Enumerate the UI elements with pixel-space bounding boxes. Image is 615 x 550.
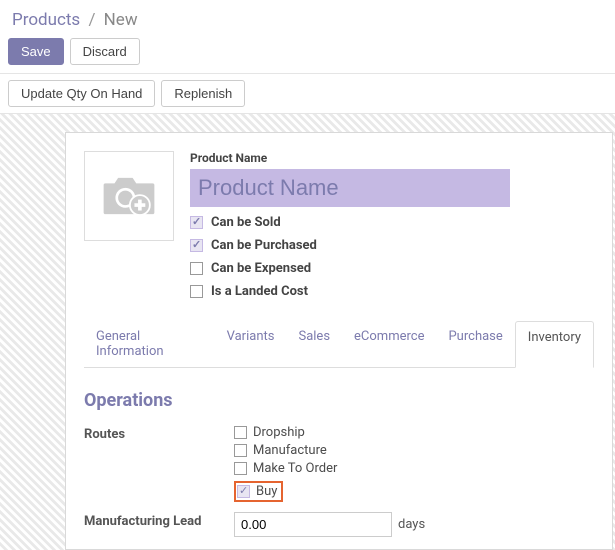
discard-button[interactable]: Discard: [70, 38, 140, 65]
can-be-purchased-label: Can be Purchased: [211, 238, 317, 253]
form-toolbar: Save Discard: [0, 38, 615, 73]
camera-plus-icon: [100, 173, 158, 219]
can-be-sold-checkbox[interactable]: [190, 216, 203, 229]
route-dropship-label: Dropship: [253, 425, 305, 440]
can-be-expensed-checkbox[interactable]: [190, 262, 203, 275]
route-buy-label: Buy: [256, 484, 277, 499]
form-sheet: Product Name Can be Sold Can be Purchase…: [65, 132, 613, 550]
route-make-to-order-checkbox[interactable]: [234, 462, 247, 475]
breadcrumb-parent[interactable]: Products: [12, 10, 80, 30]
product-name-input[interactable]: [190, 169, 510, 207]
route-buy-checkbox[interactable]: [237, 485, 250, 498]
route-dropship-checkbox[interactable]: [234, 426, 247, 439]
operations-heading: Operations: [84, 390, 594, 411]
manufacturing-lead-input[interactable]: [234, 512, 392, 537]
breadcrumb: Products / New: [0, 0, 615, 38]
save-button[interactable]: Save: [8, 38, 64, 65]
can-be-sold-label: Can be Sold: [211, 215, 281, 230]
route-make-to-order-label: Make To Order: [253, 461, 337, 476]
route-manufacture-checkbox[interactable]: [234, 444, 247, 457]
breadcrumb-separator: /: [88, 10, 95, 30]
update-qty-button[interactable]: Update Qty On Hand: [8, 80, 155, 107]
can-be-purchased-checkbox[interactable]: [190, 239, 203, 252]
tab-purchase[interactable]: Purchase: [436, 321, 514, 367]
is-landed-cost-label: Is a Landed Cost: [211, 284, 308, 299]
tab-general-information[interactable]: General Information: [84, 321, 215, 367]
inventory-tab-content: Operations Routes Dropship Manufacture M…: [84, 368, 594, 537]
can-be-expensed-label: Can be Expensed: [211, 261, 311, 276]
tabs: General Information Variants Sales eComm…: [84, 321, 594, 368]
breadcrumb-current: New: [104, 10, 138, 30]
product-name-label: Product Name: [190, 151, 594, 165]
manufacturing-lead-label: Manufacturing Lead: [84, 512, 234, 529]
route-manufacture-label: Manufacture: [253, 443, 327, 458]
action-toolbar: Update Qty On Hand Replenish: [0, 73, 615, 114]
product-image-upload[interactable]: [84, 151, 174, 241]
form-background: Product Name Can be Sold Can be Purchase…: [0, 114, 615, 550]
tab-sales[interactable]: Sales: [286, 321, 342, 367]
route-buy-highlight: Buy: [234, 481, 283, 502]
tab-ecommerce[interactable]: eCommerce: [342, 321, 436, 367]
days-label: days: [398, 517, 425, 532]
routes-label: Routes: [84, 425, 234, 442]
tab-variants[interactable]: Variants: [215, 321, 287, 367]
is-landed-cost-checkbox[interactable]: [190, 285, 203, 298]
tab-inventory[interactable]: Inventory: [515, 321, 594, 368]
replenish-button[interactable]: Replenish: [161, 80, 245, 107]
